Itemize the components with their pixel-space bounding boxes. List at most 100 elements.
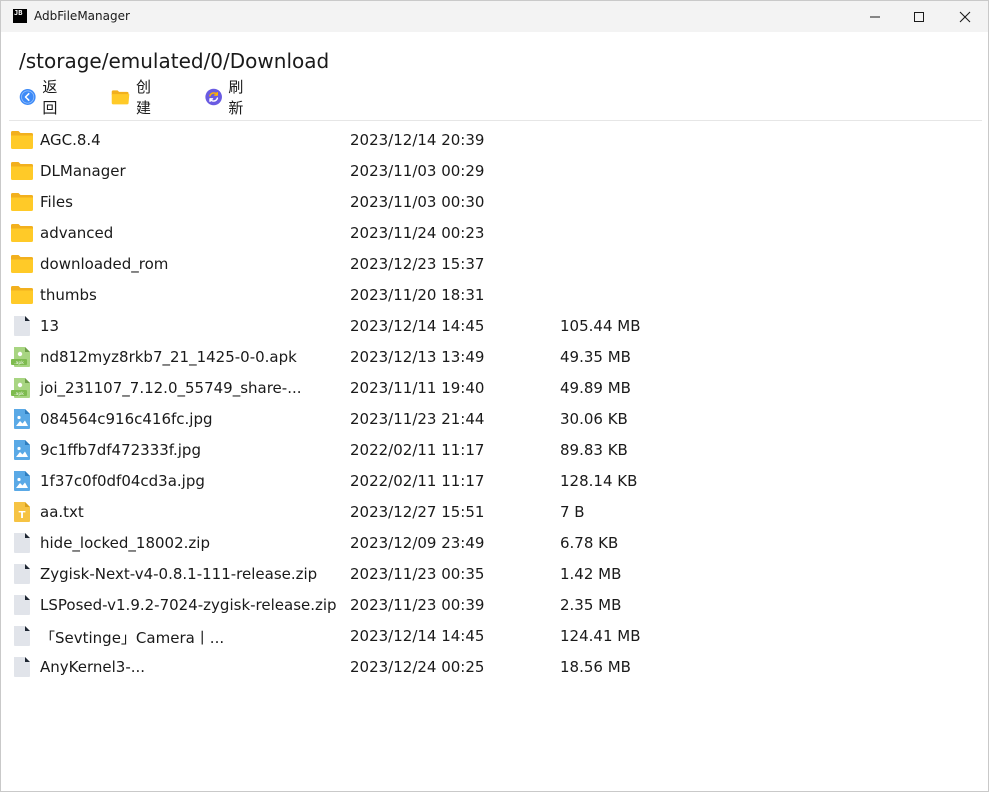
file-date: 2023/12/24 00:25: [350, 658, 485, 676]
file-row[interactable]: .apk joi_231107_7.12.0_55749_share-... 20…: [1, 373, 988, 404]
refresh-button-label: 刷新: [228, 78, 244, 117]
file-icon: [11, 656, 33, 678]
folder-icon: [11, 253, 33, 275]
title-bar[interactable]: JB AdbFileManager: [1, 1, 988, 32]
app-logo-icon: JB: [13, 9, 27, 23]
app-window: JB AdbFileManager /storage/emulated/0/Do…: [0, 0, 989, 792]
file-row[interactable]: 「Sevtinge」Camera丨... 2023/12/14 14:45 124.…: [1, 621, 988, 652]
file-name: 1f37c0f0df04cd3a.jpg: [40, 472, 205, 490]
file-row[interactable]: 13 2023/12/14 14:45 105.44 MB: [1, 311, 988, 342]
file-name: Files: [40, 193, 73, 211]
apk-icon: .apk: [11, 377, 33, 399]
create-folder-icon: [111, 90, 130, 105]
file-row[interactable]: thumbs 2023/11/20 18:31: [1, 280, 988, 311]
folder-icon: [11, 222, 33, 244]
file-date: 2023/11/20 18:31: [350, 286, 485, 304]
file-date: 2023/11/03 00:30: [350, 193, 485, 211]
back-button-label: 返回: [42, 78, 58, 117]
file-row[interactable]: T aa.txt 2023/12/27 15:51 7 B: [1, 497, 988, 528]
file-date: 2023/12/09 23:49: [350, 534, 485, 552]
back-arrow-icon: [19, 89, 36, 105]
file-name: AGC.8.4: [40, 131, 101, 149]
file-size: 2.35 MB: [560, 596, 622, 614]
file-date: 2023/11/23 00:35: [350, 565, 485, 583]
file-size: 18.56 MB: [560, 658, 631, 676]
file-date: 2023/11/23 00:39: [350, 596, 485, 614]
text-file-icon: T: [11, 501, 33, 523]
file-name: 9c1ffb7df472333f.jpg: [40, 441, 201, 459]
file-row[interactable]: DLManager 2023/11/03 00:29: [1, 156, 988, 187]
file-date: 2023/11/23 21:44: [350, 410, 485, 428]
file-name: aa.txt: [40, 503, 84, 521]
file-row[interactable]: LSPosed-v1.9.2-7024-zygisk-release.zip 20…: [1, 590, 988, 621]
file-size: 105.44 MB: [560, 317, 641, 335]
file-name: AnyKernel3-...: [40, 658, 146, 676]
refresh-icon: [205, 88, 222, 106]
file-row[interactable]: advanced 2023/11/24 00:23: [1, 218, 988, 249]
file-name: 「Sevtinge」Camera丨...: [40, 629, 225, 647]
file-size: 128.14 KB: [560, 472, 638, 490]
file-name: nd812myz8rkb7_21_1425-0-0.apk: [40, 348, 297, 366]
window-title: AdbFileManager: [34, 9, 130, 23]
file-name: downloaded_rom: [40, 255, 169, 273]
file-size: 1.42 MB: [560, 565, 622, 583]
file-icon: [11, 315, 33, 337]
file-size: 30.06 KB: [560, 410, 628, 428]
file-row[interactable]: AGC.8.4 2023/12/14 20:39: [1, 125, 988, 156]
file-row[interactable]: 084564c916c416fc.jpg 2023/11/23 21:44 30.0…: [1, 404, 988, 435]
file-icon: [11, 563, 33, 585]
file-date: 2023/11/11 19:40: [350, 379, 485, 397]
toolbar-divider: [9, 120, 982, 121]
file-size: 7 B: [560, 503, 585, 521]
folder-icon: [11, 191, 33, 213]
file-icon: [11, 532, 33, 554]
file-size: 124.41 MB: [560, 627, 641, 645]
refresh-button[interactable]: 刷新: [205, 78, 250, 117]
file-row[interactable]: 1f37c0f0df04cd3a.jpg 2022/02/11 11:17 128.…: [1, 466, 988, 497]
minimize-icon: [870, 16, 880, 17]
file-row[interactable]: downloaded_rom 2023/12/23 15:37: [1, 249, 988, 280]
file-list: AGC.8.4 2023/12/14 20:39 DLManager 2023/11…: [1, 125, 988, 683]
file-date: 2023/12/27 15:51: [350, 503, 485, 521]
file-date: 2023/12/14 14:45: [350, 317, 485, 335]
file-name: hide_locked_18002.zip: [40, 534, 210, 552]
svg-text:T: T: [19, 510, 26, 521]
file-row[interactable]: hide_locked_18002.zip 2023/12/09 23:49 6.7…: [1, 528, 988, 559]
maximize-icon: [914, 11, 924, 22]
file-name: Zygisk-Next-v4-0.8.1-111-release.zip: [40, 565, 318, 583]
file-row[interactable]: .apk nd812myz8rkb7_21_1425-0-0.apk 2023/1…: [1, 342, 988, 373]
maximize-button[interactable]: [896, 1, 942, 32]
file-size: 6.78 KB: [560, 534, 619, 552]
image-icon: [11, 470, 33, 492]
folder-icon: [11, 129, 33, 151]
file-date: 2023/12/14 14:45: [350, 627, 485, 645]
file-row[interactable]: Zygisk-Next-v4-0.8.1-111-release.zip 2023…: [1, 559, 988, 590]
file-date: 2022/02/11 11:17: [350, 472, 485, 490]
file-name: joi_231107_7.12.0_55749_share-...: [40, 379, 302, 397]
file-name: 084564c916c416fc.jpg: [40, 410, 213, 428]
file-size: 49.89 MB: [560, 379, 631, 397]
image-icon: [11, 439, 33, 461]
file-row[interactable]: AnyKernel3-... 2023/12/24 00:25 18.56 MB: [1, 652, 988, 683]
minimize-button[interactable]: [852, 1, 898, 32]
file-size: 49.35 MB: [560, 348, 631, 366]
file-icon: [11, 594, 33, 616]
create-button-label: 创建: [136, 78, 152, 117]
file-date: 2023/12/14 20:39: [350, 131, 485, 149]
file-name: LSPosed-v1.9.2-7024-zygisk-release.zip: [40, 596, 337, 614]
file-date: 2023/12/13 13:49: [350, 348, 485, 366]
file-name: thumbs: [40, 286, 97, 304]
file-name: advanced: [40, 224, 114, 242]
file-row[interactable]: 9c1ffb7df472333f.jpg 2022/02/11 11:17 89.8…: [1, 435, 988, 466]
svg-text:.apk: .apk: [14, 360, 24, 366]
svg-text:.apk: .apk: [14, 391, 24, 397]
folder-icon: [11, 284, 33, 306]
file-date: 2022/02/11 11:17: [350, 441, 485, 459]
file-row[interactable]: Files 2023/11/03 00:30: [1, 187, 988, 218]
back-button[interactable]: 返回: [19, 78, 64, 117]
close-button[interactable]: [942, 1, 988, 32]
create-button[interactable]: 创建: [111, 78, 158, 117]
apk-icon: .apk: [11, 346, 33, 368]
file-date: 2023/11/03 00:29: [350, 162, 485, 180]
file-name: 13: [40, 317, 60, 335]
